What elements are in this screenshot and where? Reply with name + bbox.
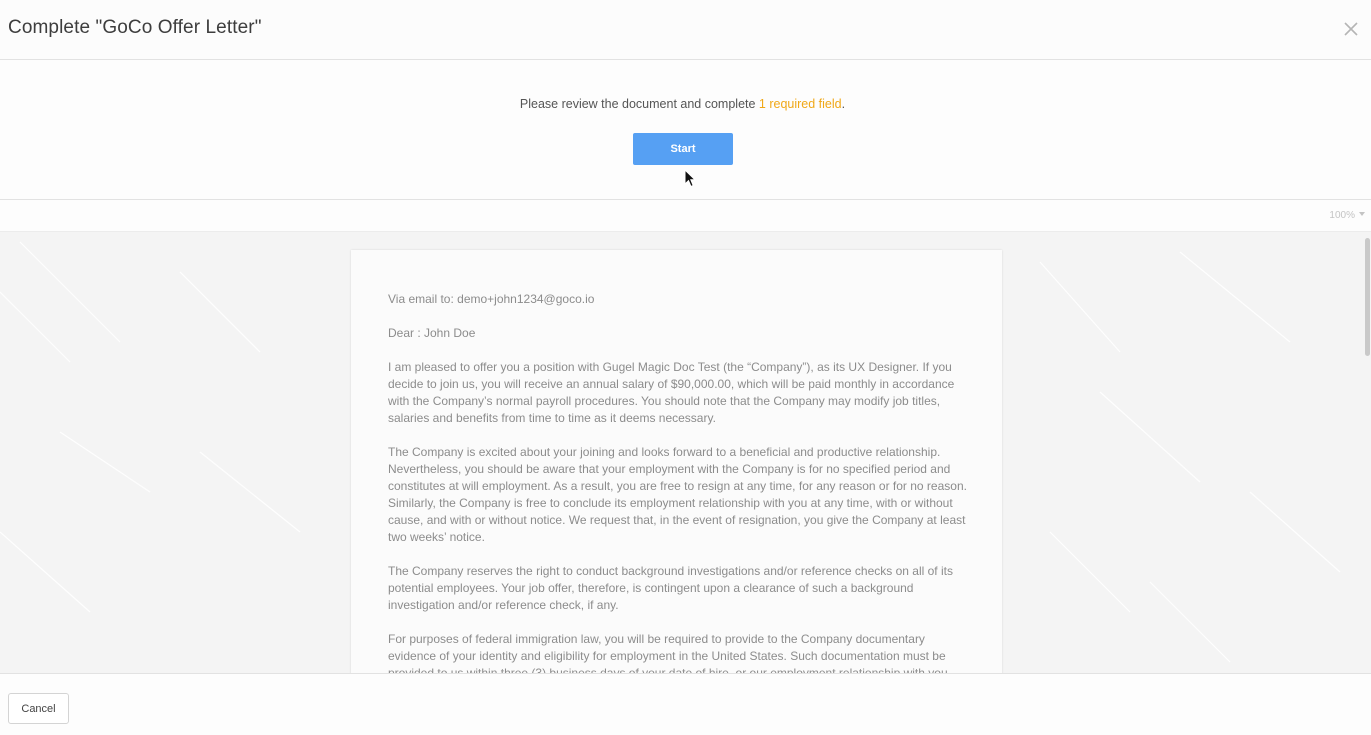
cancel-button[interactable]: Cancel (8, 693, 69, 724)
instruction-message: Please review the document and complete … (0, 97, 1365, 111)
zoom-select[interactable]: 100% (1329, 210, 1365, 221)
chevron-down-icon (1359, 212, 1365, 216)
modal-header: Complete "GoCo Offer Letter" (0, 0, 1371, 60)
start-button[interactable]: Start (633, 133, 733, 165)
document-viewer[interactable]: Via email to: demo+john1234@goco.io Dear… (0, 232, 1371, 673)
zoom-toolbar: 100% (0, 200, 1371, 232)
modal-footer: Cancel (0, 673, 1371, 735)
paragraph-at-will: The Company is excited about your joinin… (388, 445, 967, 544)
complete-document-modal: Complete "GoCo Offer Letter" Please revi… (0, 0, 1371, 735)
paragraph-offer: I am pleased to offer you a position wit… (388, 360, 955, 425)
zoom-level: 100% (1329, 210, 1355, 221)
close-icon[interactable] (1341, 19, 1361, 39)
document-content: Via email to: demo+john1234@goco.io Dear… (388, 291, 968, 673)
modal-title: Complete "GoCo Offer Letter" (8, 17, 262, 38)
instruction-panel: Please review the document and complete … (0, 60, 1371, 200)
scrollbar-thumb[interactable] (1365, 238, 1370, 356)
instruction-suffix: . (841, 97, 846, 111)
document-page: Via email to: demo+john1234@goco.io Dear… (351, 250, 1002, 673)
salutation: Dear : John Doe (388, 326, 476, 340)
mouse-cursor-icon (684, 168, 697, 188)
viewer-scrollbar[interactable] (1365, 232, 1371, 673)
required-fields-link[interactable]: 1 required field (759, 97, 842, 111)
email-line: Via email to: demo+john1234@goco.io (388, 292, 595, 306)
paragraph-immigration: For purposes of federal immigration law,… (388, 632, 948, 673)
instruction-prefix: Please review the document and complete (519, 97, 759, 111)
paragraph-background-check: The Company reserves the right to conduc… (388, 564, 953, 612)
